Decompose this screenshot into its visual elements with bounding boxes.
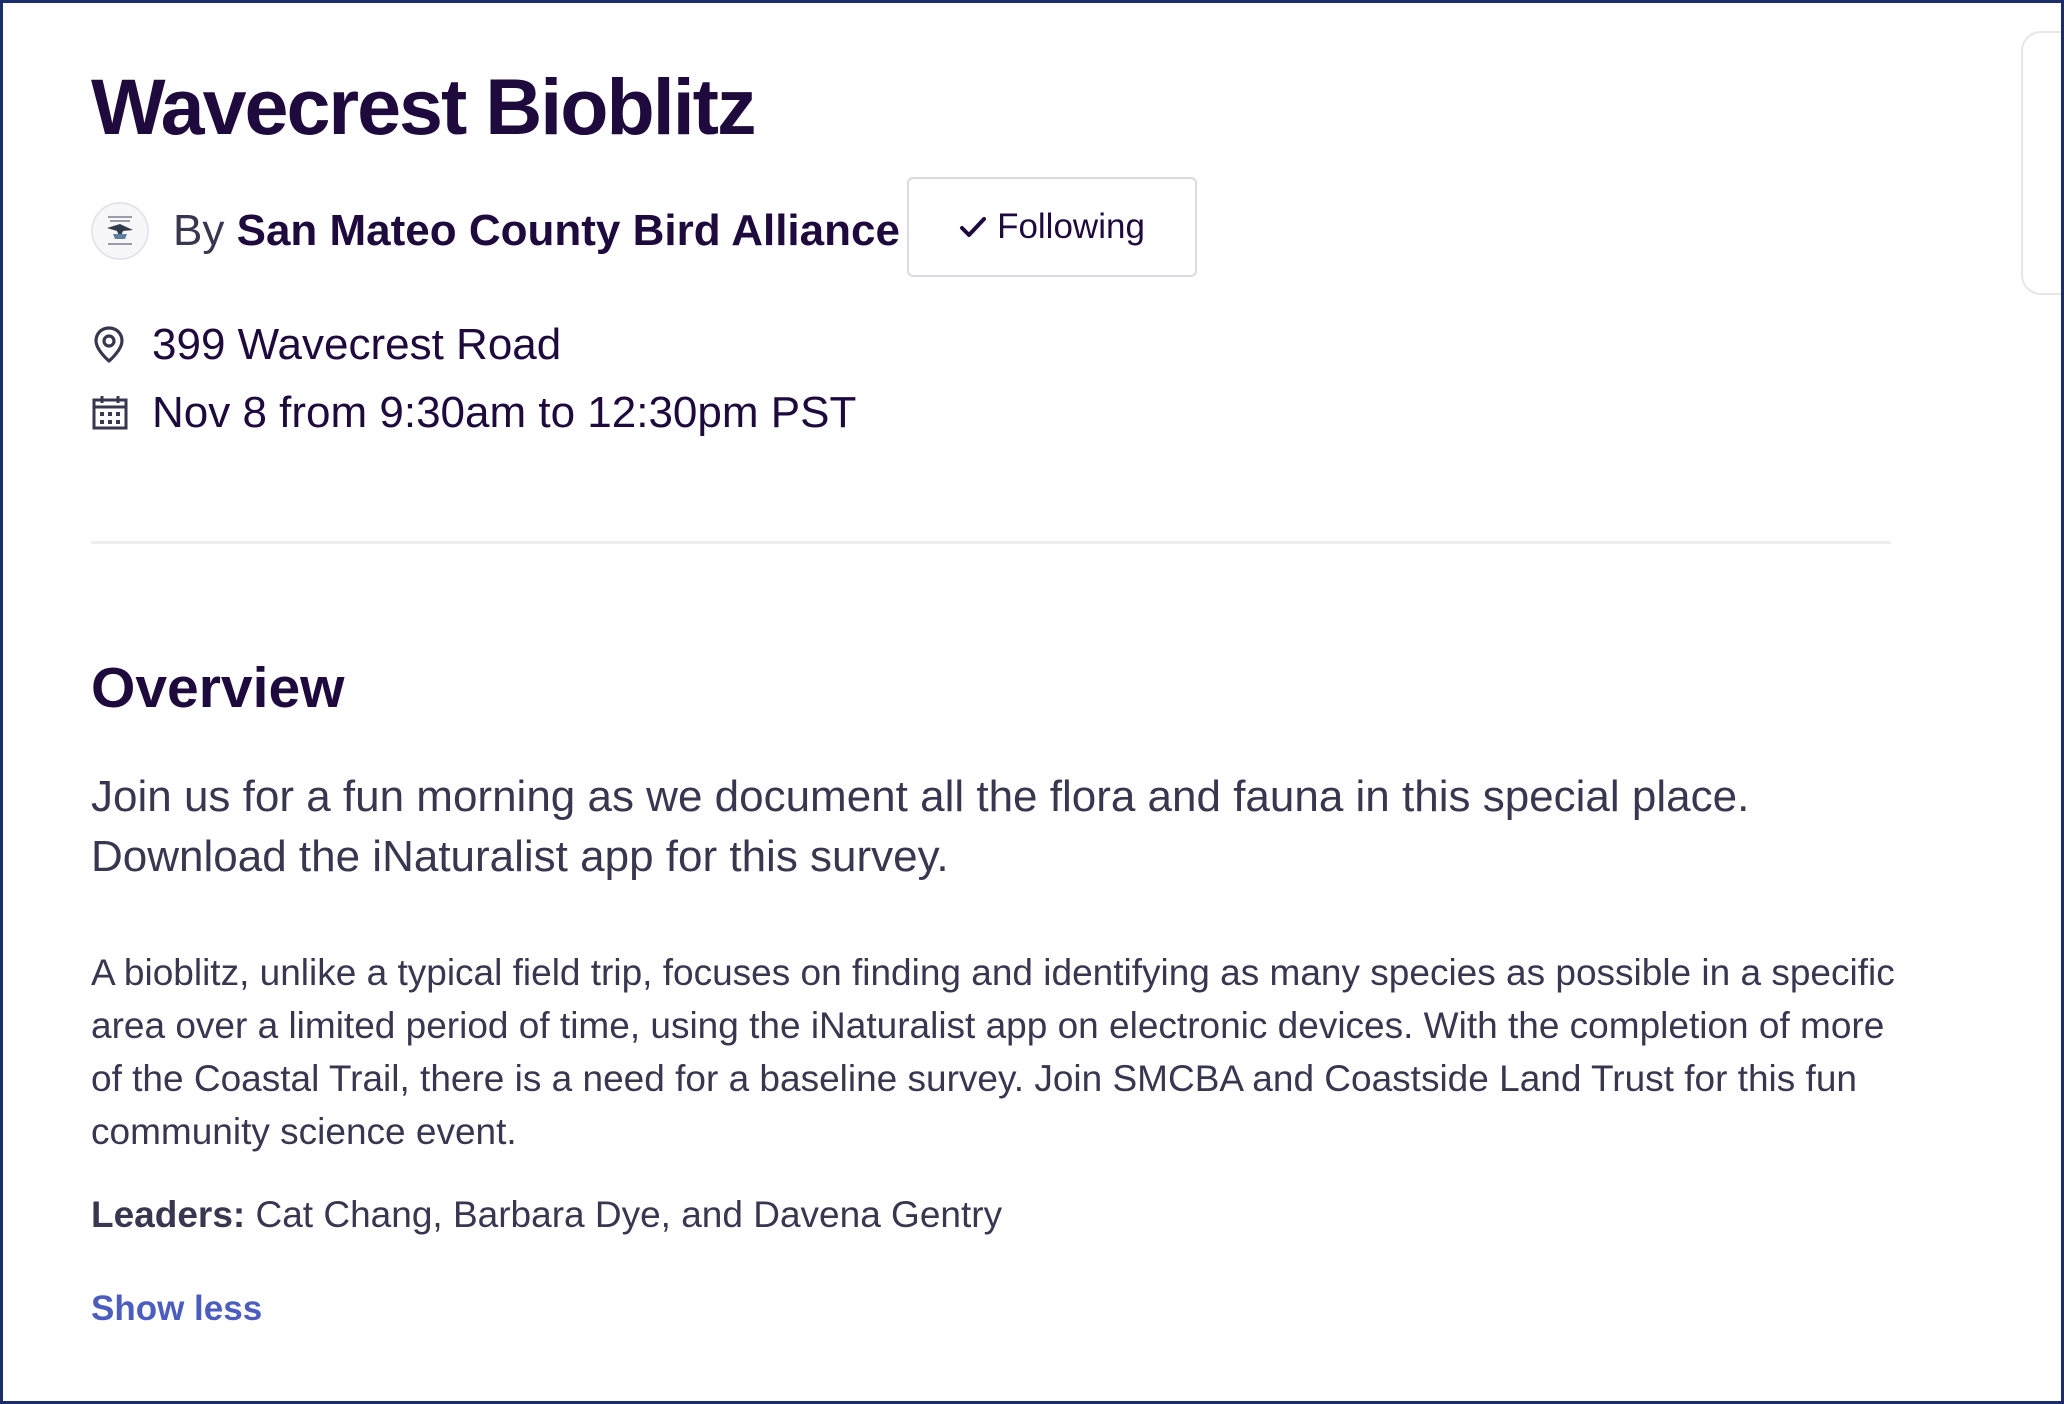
organizer-row: By San Mateo County Bird Alliance Follow… [91,175,1291,287]
leaders-label: Leaders: [91,1194,246,1235]
section-divider [91,541,1891,544]
following-button[interactable]: Following [907,177,1197,277]
calendar-icon [91,389,139,437]
show-less-link[interactable]: Show less [91,1289,262,1329]
side-panel-edge [2021,31,2061,295]
organizer-byline: By San Mateo County Bird Alliance [173,205,900,257]
page-frame: Wavecrest Bioblitz By San Mateo County B… [0,0,2064,1404]
overview-summary: Join us for a fun morning as we document… [91,772,1750,881]
leaders-line: Leaders: Cat Chang, Barbara Dye, and Dav… [91,1189,1002,1241]
map-pin-icon [91,321,139,369]
event-date-time: Nov 8 from 9:30am to 12:30pm PST [152,388,857,437]
event-location[interactable]: 399 Wavecrest Road [152,320,561,370]
leaders-names: Cat Chang, Barbara Dye, and Davena Gentr… [245,1194,1003,1235]
by-label: By [173,206,225,255]
overview-description: A bioblitz, unlike a typical field trip,… [91,952,1895,1152]
checkmark-icon [960,217,987,237]
organizer-logo [93,204,147,258]
organizer-name[interactable]: San Mateo County Bird Alliance [237,206,900,255]
event-title: Wavecrest Bioblitz [91,62,756,151]
date-row: Nov 8 from 9:30am to 12:30pm PST [91,383,1291,443]
overview-heading: Overview [91,656,345,720]
location-row: 399 Wavecrest Road [91,315,1291,375]
following-label: Following [997,207,1145,246]
organizer-avatar[interactable] [91,202,149,260]
